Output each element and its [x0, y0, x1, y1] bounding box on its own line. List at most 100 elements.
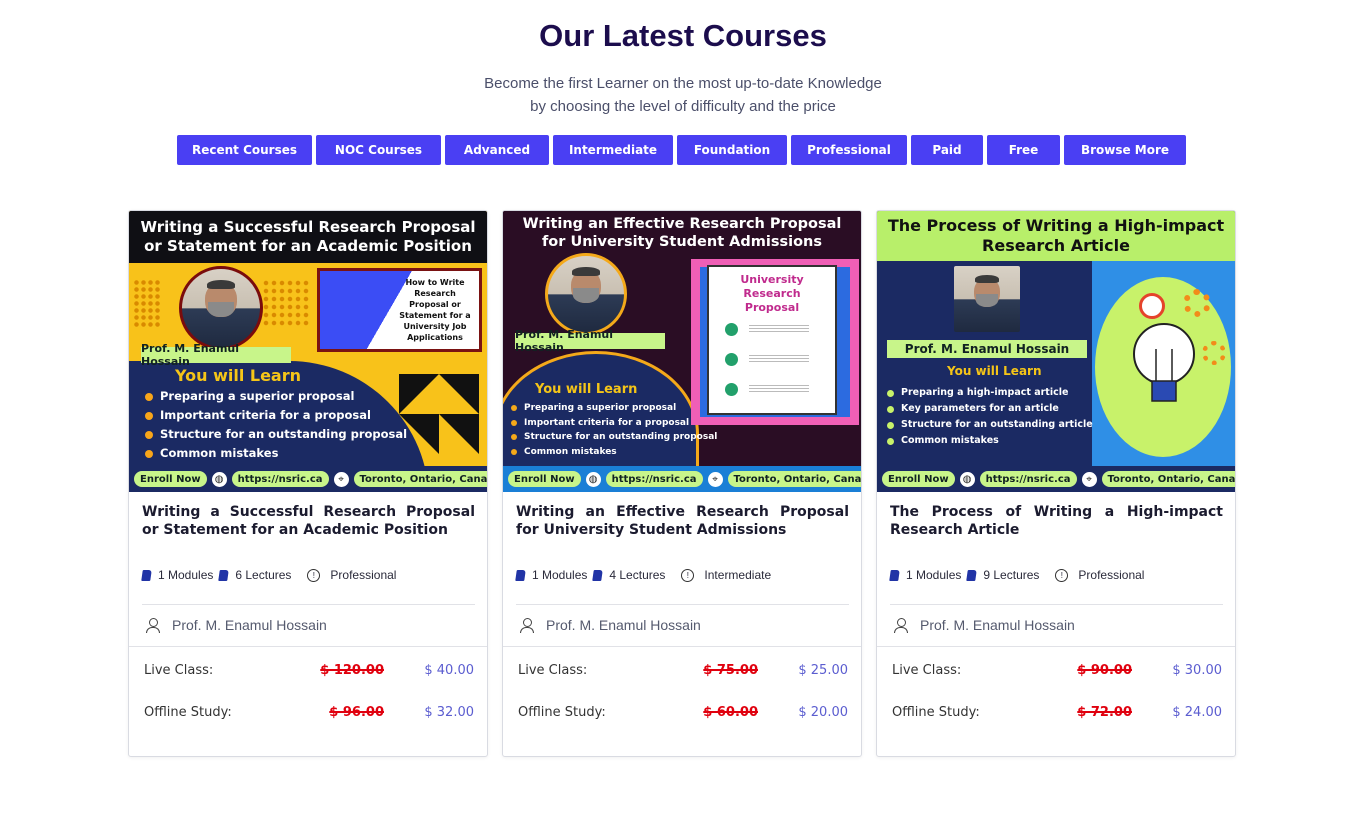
live-class-label: Live Class: — [892, 663, 962, 678]
book-icon — [966, 569, 978, 581]
filter-professional-button[interactable]: Professional — [791, 135, 907, 165]
thumbnail-instructor-name: Prof. M. Enamul Hossain — [141, 342, 291, 368]
subtitle-line-2: by choosing the level of difficulty and … — [530, 98, 836, 115]
browse-more-button[interactable]: Browse More — [1064, 135, 1186, 165]
course-meta: 1 Modules 9 Lectures ! Professional — [889, 568, 1145, 582]
learn-point: Preparing a superior proposal — [145, 387, 407, 406]
offline-study-label: Offline Study: — [518, 705, 606, 720]
offline-study-old-price: $ 72.00 — [1077, 705, 1132, 720]
learn-point: Important criteria for a proposal — [511, 416, 717, 431]
dot-pattern — [133, 279, 161, 327]
course-title[interactable]: Writing an Effective Research Proposal f… — [516, 503, 849, 539]
thumbnail-title: Writing a Successful Research Proposal o… — [129, 211, 487, 263]
book-icon — [889, 569, 900, 581]
offline-study-old-price: $ 96.00 — [329, 705, 384, 720]
thumbnail-instructor-name: Prof. M. Enamul Hossain — [887, 340, 1087, 358]
learn-point: Preparing a superior proposal — [511, 401, 717, 416]
instructor-name: Prof. M. Enamul Hossain — [172, 617, 327, 633]
thumbnail-footer: Enroll Now ◍ https://nsric.ca ⌖ Toronto,… — [503, 466, 861, 492]
instructor-name: Prof. M. Enamul Hossain — [920, 617, 1075, 633]
location-pin-icon: ⌖ — [333, 471, 349, 487]
course-thumbnail[interactable]: Writing a Successful Research Proposal o… — [129, 211, 487, 492]
divider — [503, 646, 861, 647]
lectures-count: 4 Lectures — [609, 568, 666, 582]
instructor-name: Prof. M. Enamul Hossain — [546, 617, 701, 633]
instructor-photo — [179, 266, 263, 350]
learn-point: Structure for an outstanding proposal — [145, 425, 407, 444]
instructor-row: Prof. M. Enamul Hossain — [520, 617, 701, 633]
enroll-now-badge: Enroll Now — [882, 471, 955, 487]
offline-study-label: Offline Study: — [892, 705, 980, 720]
page-subtitle: Become the first Learner on the most up-… — [0, 72, 1366, 118]
course-level: Professional — [1078, 568, 1145, 582]
instructor-row: Prof. M. Enamul Hossain — [146, 617, 327, 633]
live-class-old-price: $ 120.00 — [320, 663, 384, 678]
user-icon — [894, 617, 908, 633]
divider — [516, 604, 849, 605]
offline-study-price-row: Offline Study: $ 60.00 $ 20.00 — [518, 705, 848, 720]
learn-point: Common mistakes — [145, 444, 407, 463]
lectures-count: 6 Lectures — [235, 568, 292, 582]
filter-noc-courses-button[interactable]: NOC Courses — [316, 135, 441, 165]
learn-heading: You will Learn — [947, 364, 1042, 378]
learn-points: Preparing a superior proposal Important … — [511, 401, 717, 459]
book-icon — [515, 569, 526, 581]
lectures-count: 9 Lectures — [983, 568, 1040, 582]
website-badge: https://nsric.ca — [979, 471, 1077, 487]
live-class-label: Live Class: — [518, 663, 588, 678]
divider — [877, 646, 1235, 647]
website-badge: https://nsric.ca — [605, 471, 703, 487]
course-title[interactable]: The Process of Writing a High-impact Res… — [890, 503, 1223, 539]
filter-foundation-button[interactable]: Foundation — [677, 135, 787, 165]
globe-icon: ◍ — [211, 471, 227, 487]
location-pin-icon: ⌖ — [1081, 471, 1097, 487]
modules-count: 1 Modules — [906, 568, 962, 582]
divider — [142, 604, 475, 605]
thumbnail-instructor-name: Prof. M. Enamul Hossain — [515, 328, 665, 354]
side-card-text: University Research Proposal — [740, 273, 804, 314]
course-title[interactable]: Writing a Successful Research Proposal o… — [142, 503, 475, 539]
course-thumbnail[interactable]: The Process of Writing a High-impact Res… — [877, 211, 1235, 492]
lightbulb-icon — [1133, 323, 1195, 402]
location-pin-icon: ⌖ — [707, 471, 723, 487]
offline-study-price-row: Offline Study: $ 72.00 $ 24.00 — [892, 705, 1222, 720]
learn-point: Common mistakes — [887, 433, 1093, 449]
course-card: Writing a Successful Research Proposal o… — [128, 210, 488, 757]
side-card: How to Write Research Proposal or Statem… — [317, 268, 482, 352]
filter-intermediate-button[interactable]: Intermediate — [553, 135, 673, 165]
live-class-price-row: Live Class: $ 90.00 $ 30.00 — [892, 663, 1222, 678]
live-class-price-row: Live Class: $ 120.00 $ 40.00 — [144, 663, 474, 678]
subtitle-line-1: Become the first Learner on the most up-… — [484, 75, 882, 92]
course-level: Professional — [330, 568, 397, 582]
filter-advanced-button[interactable]: Advanced — [445, 135, 549, 165]
course-thumbnail[interactable]: Writing an Effective Research Proposal f… — [503, 211, 861, 492]
globe-icon: ◍ — [959, 471, 975, 487]
level-icon: ! — [1055, 568, 1069, 582]
thumbnail-title: Writing an Effective Research Proposal f… — [503, 211, 861, 255]
dot-pattern — [262, 279, 310, 327]
filter-free-button[interactable]: Free — [987, 135, 1060, 165]
page-title: Our Latest Courses — [539, 18, 827, 53]
side-card-text: How to Write Research Proposal or Statem… — [399, 278, 471, 342]
live-class-price: $ 25.00 — [798, 663, 848, 678]
offline-study-price-row: Offline Study: $ 96.00 $ 32.00 — [144, 705, 474, 720]
course-card: Writing an Effective Research Proposal f… — [502, 210, 862, 757]
learn-point: Preparing a high-impact article — [887, 385, 1093, 401]
clock-icon — [1139, 293, 1165, 319]
book-icon — [592, 569, 604, 581]
learn-point: Structure for an outstanding proposal — [511, 430, 717, 445]
learn-point: Key parameters for an article — [887, 401, 1093, 417]
learn-point: Important criteria for a proposal — [145, 406, 407, 425]
enroll-now-badge: Enroll Now — [134, 471, 207, 487]
book-icon — [141, 569, 152, 581]
offline-study-price: $ 20.00 — [798, 705, 848, 720]
filter-paid-button[interactable]: Paid — [911, 135, 983, 165]
level-icon: ! — [681, 568, 695, 582]
learn-points: Preparing a high-impact article Key para… — [887, 385, 1093, 449]
filter-recent-courses-button[interactable]: Recent Courses — [177, 135, 312, 165]
course-meta: 1 Modules 4 Lectures ! Intermediate — [515, 568, 771, 582]
course-meta: 1 Modules 6 Lectures ! Professional — [141, 568, 397, 582]
live-class-price: $ 30.00 — [1172, 663, 1222, 678]
location-badge: Toronto, Ontario, Canada — [727, 471, 861, 487]
location-badge: Toronto, Ontario, Canada — [1101, 471, 1235, 487]
